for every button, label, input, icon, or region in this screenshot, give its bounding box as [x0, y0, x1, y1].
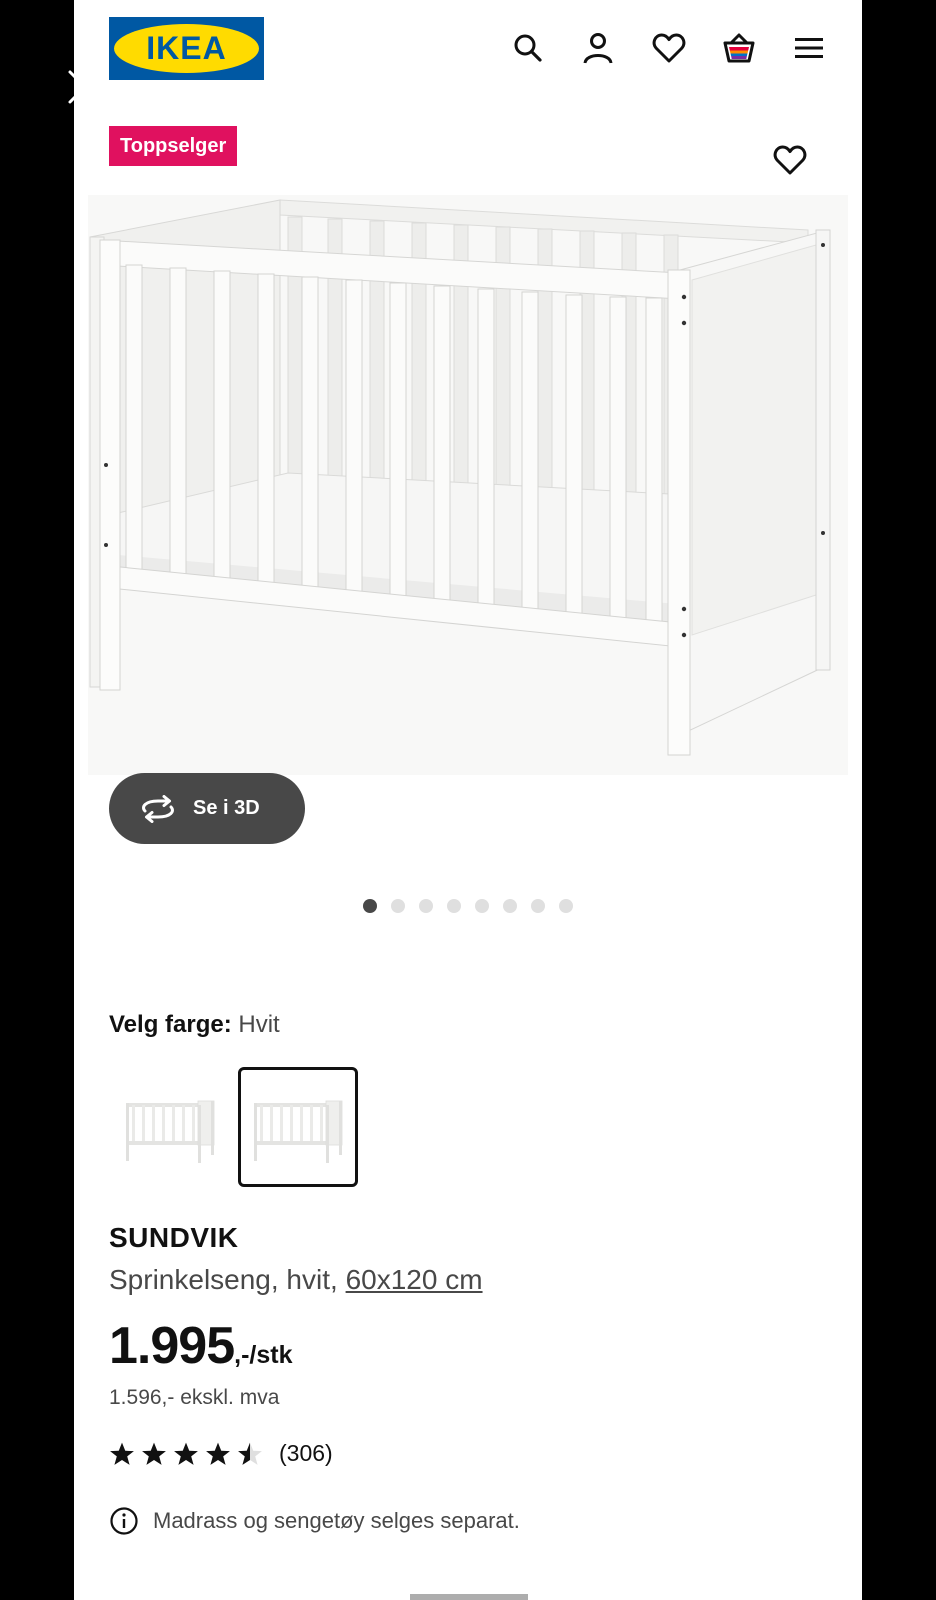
pagination-dot[interactable]: [363, 899, 377, 913]
logo-oval: IKEA: [114, 24, 259, 73]
crib-thumbnail: [254, 1100, 343, 1163]
price-suffix: ,-/stk: [234, 1341, 293, 1369]
crib-illustration: [89, 199, 831, 756]
pagination-dot[interactable]: [419, 899, 433, 913]
color-swatch-option[interactable]: [110, 1067, 230, 1187]
product-description-text: Sprinkelseng, hvit,: [109, 1264, 346, 1295]
product-description: Sprinkelseng, hvit, 60x120 cm: [109, 1264, 483, 1296]
separate-sale-notice: Madrass og sengetøy selges separat.: [109, 1506, 520, 1536]
star-icon: [142, 1442, 166, 1465]
favourite-button[interactable]: [770, 140, 810, 180]
view-in-3d-label: Se i 3D: [193, 797, 260, 819]
pagination-dot[interactable]: [503, 899, 517, 913]
pagination-dot[interactable]: [559, 899, 573, 913]
product-name: SUNDVIK: [109, 1222, 239, 1253]
color-swatch-option-selected[interactable]: [238, 1067, 358, 1187]
rotate-3d-icon: [142, 794, 174, 823]
pagination-dot[interactable]: [531, 899, 545, 913]
crib-thumbnail: [126, 1100, 215, 1163]
product-rating[interactable]: (306): [109, 1440, 333, 1467]
star-icon: [174, 1442, 198, 1465]
image-pagination: [74, 899, 862, 913]
pagination-dot[interactable]: [447, 899, 461, 913]
heart-icon[interactable]: [649, 28, 689, 68]
menu-icon[interactable]: [789, 28, 829, 68]
logo-text: IKEA: [146, 30, 227, 66]
color-selector-label: Velg farge: Hvit: [109, 1011, 280, 1039]
view-in-3d-button[interactable]: Se i 3D: [109, 773, 305, 844]
notice-text: Madrass og sengetøy selges separat.: [153, 1508, 520, 1533]
header: IKEA: [74, 0, 862, 100]
ikea-logo[interactable]: IKEA: [109, 17, 264, 80]
color-label-value: Hvit: [238, 1011, 280, 1038]
cart-icon[interactable]: [719, 28, 759, 68]
price-ex-vat: 1.596,- ekskl. mva: [109, 1386, 280, 1409]
product-image[interactable]: [88, 195, 848, 775]
search-icon[interactable]: [508, 28, 548, 68]
product-page: IKEA Toppselger Se i 3D Velg farge: Hvit…: [74, 0, 862, 1600]
price-amount: 1.995: [109, 1317, 235, 1375]
color-label-title: Velg farge:: [109, 1011, 232, 1038]
half-star-icon: [238, 1442, 262, 1465]
review-count: (306): [279, 1440, 333, 1466]
star-icon: [206, 1442, 230, 1465]
bestseller-badge: Toppselger: [109, 126, 238, 166]
product-price: 1.995 ,-/stk: [109, 1316, 293, 1376]
pagination-dot[interactable]: [475, 899, 489, 913]
star-icon: [110, 1442, 134, 1465]
bottom-element-partial: [410, 1594, 528, 1600]
product-size-link[interactable]: 60x120 cm: [346, 1264, 483, 1295]
pagination-dot[interactable]: [391, 899, 405, 913]
heart-icon: [773, 145, 807, 175]
info-icon: [110, 1507, 138, 1535]
close-icon[interactable]: [66, 68, 104, 106]
account-icon[interactable]: [578, 28, 618, 68]
